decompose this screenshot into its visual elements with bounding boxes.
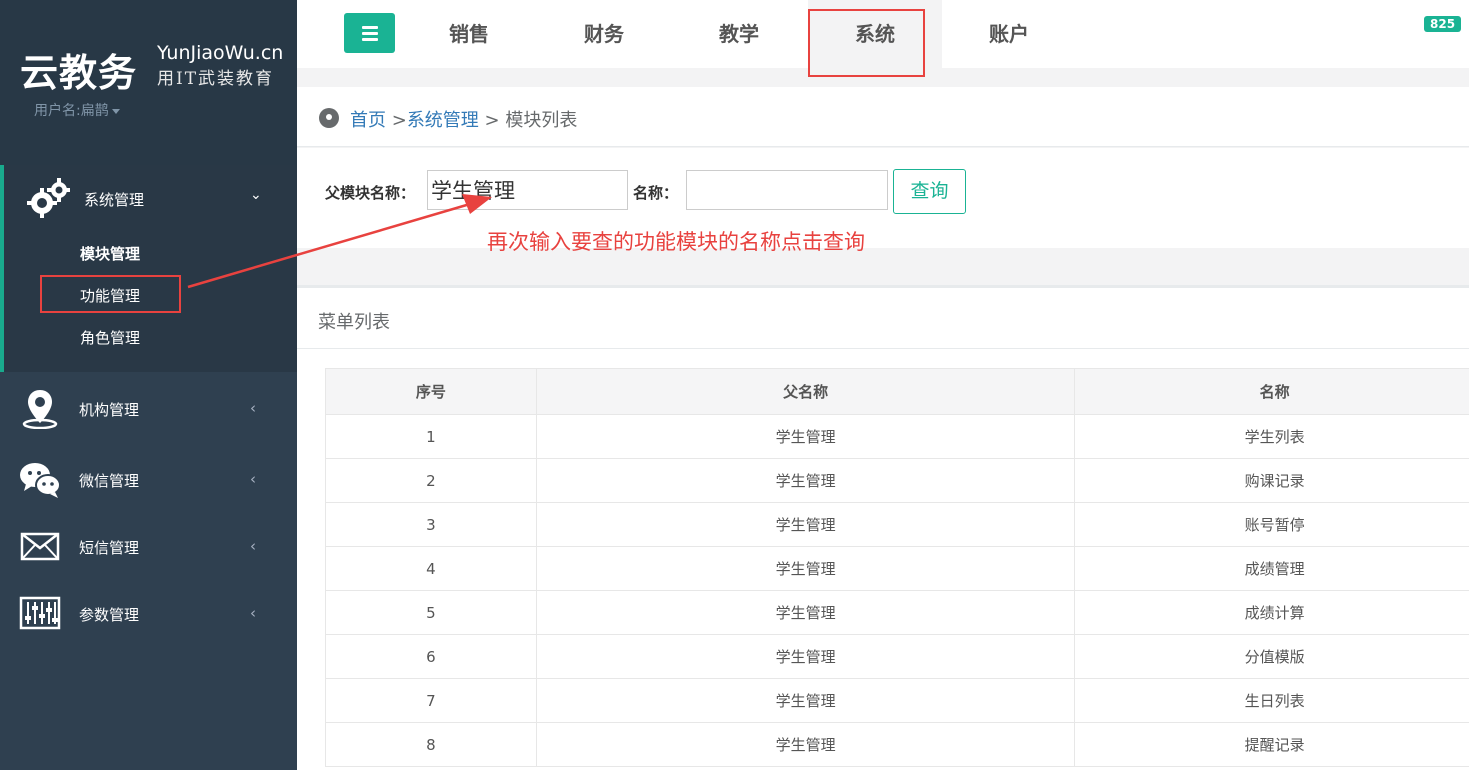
- cell-parent-name: 学生管理: [535, 546, 1076, 591]
- caret-down-icon: [111, 108, 120, 114]
- cell-name: 学生列表: [1074, 414, 1469, 459]
- menu-group-label: 系统管理: [84, 191, 145, 209]
- search-form: 父模块名称： 名称： 查询 再次输入要查的功能模块的名称点击查询: [297, 148, 1469, 254]
- cell-index: 5: [325, 590, 537, 635]
- logo-name: 云教务: [20, 51, 138, 95]
- chevron-left-icon: ‹: [250, 604, 256, 622]
- cell-parent-name: 学生管理: [535, 678, 1076, 723]
- highlight-box-system-tab: [808, 9, 925, 77]
- menu-list-panel: 菜单列表 序号 父名称 名称 1 学生管理 学生列表 2 学生管理 购课记录 3 学生管理…: [297, 285, 1469, 770]
- submenu-module-management[interactable]: 模块管理: [80, 243, 140, 264]
- chevron-left-icon: ‹: [250, 399, 256, 417]
- menu-bar-icon: [362, 26, 378, 29]
- menu-group-label: 短信管理: [79, 539, 140, 557]
- cell-index: 1: [325, 414, 537, 459]
- cell-index: 8: [325, 722, 537, 767]
- location-pin-icon: [22, 390, 58, 429]
- cell-parent-name: 学生管理: [535, 414, 1076, 459]
- panel-title: 菜单列表: [318, 312, 390, 333]
- menu-group-label: 参数管理: [79, 606, 140, 624]
- table-header-row: 序号 父名称 名称: [325, 368, 1469, 415]
- menu-group-parameters[interactable]: 参数管理 ‹: [0, 582, 297, 642]
- annotation-text: 再次输入要查的功能模块的名称点击查询: [487, 230, 865, 254]
- nav-sales[interactable]: 销售: [414, 0, 524, 68]
- logo-domain: YunJiaoWu.cn: [157, 42, 284, 64]
- breadcrumb-bar: 首页 >系统管理 > 模块列表: [297, 87, 1469, 147]
- user-dropdown[interactable]: 用户名:扁鹊: [34, 100, 120, 120]
- submenu-role-management[interactable]: 角色管理: [80, 327, 140, 348]
- breadcrumb-separator: >: [386, 110, 407, 131]
- nav-teaching[interactable]: 教学: [684, 0, 794, 68]
- cell-index: 3: [325, 502, 537, 547]
- menu-group-organization[interactable]: 机构管理 ‹: [0, 377, 297, 437]
- cell-index: 6: [325, 634, 537, 679]
- cell-parent-name: 学生管理: [535, 502, 1076, 547]
- notification-badge[interactable]: 825: [1424, 16, 1462, 32]
- cell-parent-name: 学生管理: [535, 458, 1076, 503]
- table-row[interactable]: 3 学生管理 账号暂停: [325, 502, 1469, 547]
- menu-group-sms[interactable]: 短信管理 ‹: [0, 515, 297, 575]
- chevron-left-icon: ‹: [250, 537, 256, 555]
- sliders-icon: [19, 596, 61, 630]
- cell-name: 生日列表: [1074, 678, 1469, 723]
- username-label: 用户名:扁鹊: [34, 103, 109, 119]
- menu-table: 序号 父名称 名称 1 学生管理 学生列表 2 学生管理 购课记录 3 学生管理 账号暂停 …: [325, 368, 1469, 767]
- table-row[interactable]: 7 学生管理 生日列表: [325, 678, 1469, 723]
- cell-name: 购课记录: [1074, 458, 1469, 503]
- map-marker-icon: [319, 108, 339, 128]
- parent-module-label: 父模块名称：: [325, 184, 416, 202]
- column-header-index: 序号: [325, 368, 537, 415]
- sidebar: 云教务 YunJiaoWu.cn 用IT武装教育 用户名:扁鹊 系统管理 ⌄ 模…: [0, 0, 297, 770]
- sidebar-toggle-button[interactable]: [344, 13, 395, 53]
- highlight-box-function-management: [40, 275, 181, 313]
- table-row[interactable]: 4 学生管理 成绩管理: [325, 546, 1469, 591]
- table-row[interactable]: 6 学生管理 分值模版: [325, 634, 1469, 679]
- cell-parent-name: 学生管理: [535, 634, 1076, 679]
- breadcrumb: 首页 >系统管理 > 模块列表: [350, 106, 577, 132]
- column-header-parent-name: 父名称: [535, 368, 1076, 415]
- logo-slogan: 用IT武装教育: [157, 69, 275, 89]
- menu-bar-icon: [362, 38, 378, 41]
- cell-index: 4: [325, 546, 537, 591]
- cell-index: 2: [325, 458, 537, 503]
- panel-divider: [297, 348, 1469, 349]
- breadcrumb-home-link[interactable]: 首页: [350, 110, 386, 131]
- breadcrumb-separator: >: [478, 110, 506, 131]
- table-row[interactable]: 2 学生管理 购课记录: [325, 458, 1469, 503]
- cell-name: 成绩计算: [1074, 590, 1469, 635]
- name-input[interactable]: [686, 170, 888, 210]
- column-header-name: 名称: [1074, 368, 1469, 415]
- breadcrumb-current: 模块列表: [505, 110, 578, 131]
- chevron-left-icon: ‹: [250, 470, 256, 488]
- nav-account[interactable]: 账户: [954, 0, 1064, 68]
- cell-name: 分值模版: [1074, 634, 1469, 679]
- cell-name: 提醒记录: [1074, 722, 1469, 767]
- sidebar-header: 云教务 YunJiaoWu.cn 用IT武装教育 用户名:扁鹊: [0, 0, 297, 165]
- menu-group-label: 微信管理: [79, 472, 140, 490]
- nav-finance[interactable]: 财务: [549, 0, 659, 68]
- name-label: 名称：: [633, 184, 679, 202]
- envelope-icon: [20, 532, 60, 561]
- table-row[interactable]: 5 学生管理 成绩计算: [325, 590, 1469, 635]
- menu-group-label: 机构管理: [79, 401, 140, 419]
- cell-parent-name: 学生管理: [535, 722, 1076, 767]
- parent-module-input[interactable]: [427, 170, 628, 210]
- cell-name: 成绩管理: [1074, 546, 1469, 591]
- query-button[interactable]: 查询: [893, 169, 966, 214]
- wechat-icon: [20, 463, 61, 498]
- table-row[interactable]: 8 学生管理 提醒记录: [325, 722, 1469, 767]
- menu-group-system[interactable]: 系统管理 ⌄ 模块管理 功能管理 角色管理: [0, 165, 297, 372]
- gears-icon: [27, 178, 70, 218]
- cell-name: 账号暂停: [1074, 502, 1469, 547]
- cell-parent-name: 学生管理: [535, 590, 1076, 635]
- menu-bar-icon: [362, 32, 378, 35]
- breadcrumb-section-link[interactable]: 系统管理: [407, 110, 479, 131]
- cell-index: 7: [325, 678, 537, 723]
- menu-group-wechat[interactable]: 微信管理 ‹: [0, 448, 297, 508]
- table-row[interactable]: 1 学生管理 学生列表: [325, 414, 1469, 459]
- chevron-down-icon: ⌄: [250, 187, 262, 203]
